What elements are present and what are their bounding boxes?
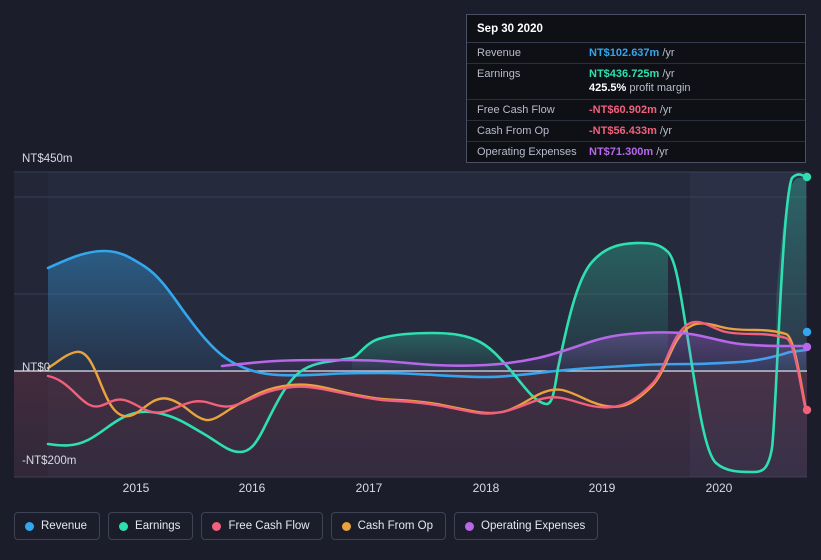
tooltip-unit-free-cash-flow: /yr — [659, 104, 673, 116]
tooltip-row-free-cash-flow: Free Cash Flow -NT$60.902m /yr — [467, 100, 805, 121]
tooltip-label-earnings: Earnings — [477, 68, 521, 80]
legend-label-free-cash-flow: Free Cash Flow — [228, 520, 310, 532]
y-axis-label-zero: NT$0 — [22, 362, 51, 374]
tooltip-unit-revenue: /yr — [662, 47, 675, 59]
legend-label-operating-expenses: Operating Expenses — [481, 520, 586, 532]
tooltip-value-operating-expenses: NT$71.300m — [589, 146, 654, 158]
free-cash-flow-endpoint-dot — [802, 405, 812, 415]
legend-dot-revenue — [25, 521, 34, 531]
x-tick-2018: 2018 — [472, 481, 500, 495]
tooltip-profit-margin-label: profit margin — [629, 82, 691, 94]
tooltip-label-revenue: Revenue — [477, 47, 522, 59]
chart-legend: Revenue Earnings Free Cash Flow Cash Fro… — [14, 512, 599, 540]
tooltip-profit-margin-value: 425.5% — [589, 82, 627, 94]
legend-item-free-cash-flow[interactable]: Free Cash Flow — [201, 512, 323, 540]
legend-label-earnings: Earnings — [135, 520, 181, 532]
earnings-endpoint-dot — [802, 172, 812, 182]
tooltip-profit-margin: 425.5% profit margin — [467, 81, 805, 100]
operating-expenses-endpoint-dot — [802, 342, 812, 352]
tooltip-unit-operating-expenses: /yr — [656, 146, 669, 158]
tooltip-unit-earnings: /yr — [662, 68, 675, 80]
legend-dot-cash-from-op — [341, 521, 351, 531]
tooltip-value-earnings: NT$436.725m — [589, 68, 660, 80]
negative-region-shade — [14, 371, 807, 477]
legend-label-cash-from-op: Cash From Op — [357, 520, 434, 532]
x-tick-2016: 2016 — [238, 481, 266, 495]
x-tick-2020: 2020 — [705, 481, 733, 495]
tooltip-label-operating-expenses: Operating Expenses — [477, 146, 577, 158]
legend-dot-operating-expenses — [465, 521, 475, 531]
x-tick-2015: 2015 — [122, 481, 150, 495]
legend-item-revenue[interactable]: Revenue — [14, 512, 101, 540]
tooltip-row-earnings: Earnings NT$436.725m /yr — [467, 64, 805, 81]
legend-item-earnings[interactable]: Earnings — [108, 512, 194, 540]
x-tick-2017: 2017 — [355, 481, 383, 495]
tooltip-label-cash-from-op: Cash From Op — [477, 125, 550, 137]
tooltip-unit-cash-from-op: /yr — [659, 125, 673, 137]
y-axis-label-top: NT$450m — [22, 153, 73, 165]
legend-label-revenue: Revenue — [41, 520, 88, 532]
tooltip-row-revenue: Revenue NT$102.637m /yr — [467, 43, 805, 64]
tooltip-value-revenue: NT$102.637m — [589, 47, 660, 59]
legend-item-operating-expenses[interactable]: Operating Expenses — [454, 512, 599, 540]
chart-root: NT$450m NT$0 -NT$200m 2015 2016 2017 201… — [0, 0, 821, 560]
x-tick-2019: 2019 — [588, 481, 616, 495]
tooltip-value-free-cash-flow: -NT$60.902m — [589, 104, 657, 116]
legend-item-cash-from-op[interactable]: Cash From Op — [330, 512, 447, 540]
tooltip-row-cash-from-op: Cash From Op -NT$56.433m /yr — [467, 121, 805, 142]
y-axis-label-bottom: -NT$200m — [22, 455, 77, 467]
legend-dot-free-cash-flow — [212, 521, 222, 531]
revenue-endpoint-dot — [802, 327, 812, 337]
tooltip-row-operating-expenses: Operating Expenses NT$71.300m /yr — [467, 142, 805, 162]
legend-dot-earnings — [119, 521, 129, 531]
tooltip-label-free-cash-flow: Free Cash Flow — [477, 104, 555, 116]
tooltip-value-cash-from-op: -NT$56.433m — [589, 125, 657, 137]
tooltip-date: Sep 30 2020 — [467, 15, 805, 43]
chart-tooltip: Sep 30 2020 Revenue NT$102.637m /yr Earn… — [466, 14, 806, 163]
